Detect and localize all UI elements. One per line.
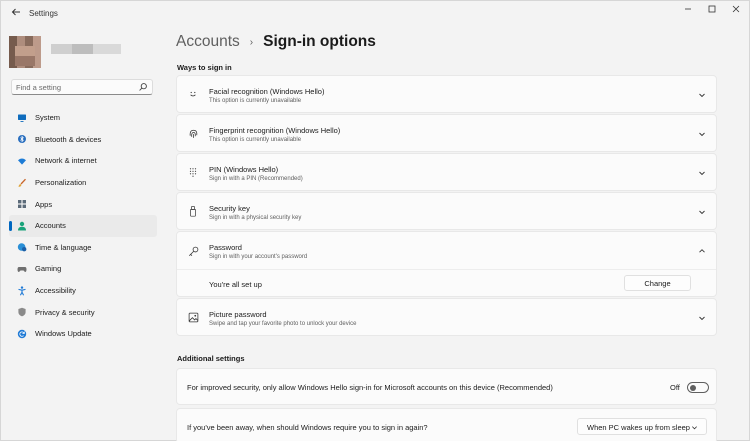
wifi-icon [17, 156, 27, 166]
breadcrumb-separator: › [249, 36, 254, 48]
chevron-down-icon[interactable] [698, 169, 706, 177]
key-icon [187, 232, 199, 270]
chevron-up-icon[interactable] [698, 247, 706, 255]
option-subtitle: Sign in with your account's password [209, 254, 308, 260]
signin-option-pin[interactable]: PIN (Windows Hello) Sign in with a PIN (… [176, 153, 717, 191]
bluetooth-icon [17, 134, 27, 144]
sidebar-item-privacy[interactable]: Privacy & security [9, 301, 157, 323]
shield-icon [17, 307, 27, 317]
app-title: Settings [29, 9, 58, 18]
image-icon [187, 299, 199, 335]
avatar[interactable] [9, 36, 41, 68]
sidebar-nav: System Bluetooth & devices Network & int… [9, 107, 157, 345]
sidebar-item-label: System [35, 113, 61, 123]
option-title: Password [209, 243, 242, 252]
monitor-icon [17, 113, 27, 123]
setting-hello-only: For improved security, only allow Window… [176, 368, 717, 405]
back-button[interactable] [9, 7, 23, 21]
signin-option-fingerprint[interactable]: Fingerprint recognition (Windows Hello) … [176, 114, 717, 152]
profile-name-redacted [51, 44, 121, 54]
sidebar-item-time-language[interactable]: Time & language [9, 237, 157, 259]
require-signin-dropdown[interactable]: When PC wakes up from sleep [577, 418, 707, 435]
sidebar-item-label: Personalization [35, 178, 87, 188]
sidebar-item-label: Accounts [35, 221, 66, 231]
section-heading-ways: Ways to sign in [177, 63, 232, 72]
chevron-down-icon[interactable] [698, 130, 706, 138]
signin-option-facial[interactable]: Facial recognition (Windows Hello) This … [176, 75, 717, 113]
dropdown-value: When PC wakes up from sleep [587, 423, 690, 432]
maximize-button[interactable] [701, 4, 723, 20]
signin-option-picture-password[interactable]: Picture password Swipe and tap your favo… [176, 298, 717, 336]
divider [177, 269, 716, 270]
sidebar-item-label: Bluetooth & devices [35, 134, 102, 144]
minimize-button[interactable] [677, 4, 699, 20]
minimize-icon [685, 8, 691, 10]
title-bar: Settings [1, 1, 749, 27]
close-button[interactable] [725, 4, 747, 20]
setting-label: For improved security, only allow Window… [187, 383, 553, 392]
usb-key-icon [187, 193, 199, 229]
smiley-face-icon [187, 76, 199, 112]
signin-option-security-key[interactable]: Security key Sign in with a physical sec… [176, 192, 717, 230]
option-subtitle: Sign in with a PIN (Recommended) [209, 176, 303, 182]
option-subtitle: Swipe and tap your favorite photo to unl… [209, 321, 357, 327]
setting-require-signin: If you've been away, when should Windows… [176, 408, 717, 441]
section-heading-additional: Additional settings [177, 354, 245, 363]
setting-label: If you've been away, when should Windows… [187, 423, 428, 432]
sidebar-item-system[interactable]: System [9, 107, 157, 129]
sidebar-item-network[interactable]: Network & internet [9, 150, 157, 172]
brush-icon [17, 178, 27, 188]
close-icon [732, 5, 740, 13]
search-box[interactable] [11, 79, 153, 95]
keypad-icon [187, 154, 199, 190]
option-title: Picture password [209, 310, 267, 319]
search-input[interactable] [16, 82, 134, 93]
refresh-icon [17, 329, 27, 339]
accessibility-icon [17, 285, 27, 296]
change-password-button[interactable]: Change [624, 275, 691, 291]
chevron-down-icon[interactable] [698, 208, 706, 216]
chevron-down-icon [692, 426, 697, 430]
breadcrumb: Accounts › Sign-in options [176, 33, 376, 51]
sidebar-item-personalization[interactable]: Personalization [9, 172, 157, 194]
gamepad-icon [17, 264, 27, 274]
option-title: Facial recognition (Windows Hello) [209, 87, 325, 96]
sidebar-item-label: Time & language [35, 242, 92, 252]
password-status: You're all set up [209, 280, 262, 289]
toggle-state: Off [670, 383, 680, 392]
arrow-left-icon [11, 8, 20, 16]
sidebar-item-windows-update[interactable]: Windows Update [9, 323, 157, 345]
hello-only-toggle[interactable] [687, 382, 709, 393]
option-title: Security key [209, 204, 250, 213]
sidebar-item-label: Apps [35, 199, 53, 209]
sidebar-item-gaming[interactable]: Gaming [9, 258, 157, 280]
option-title: Fingerprint recognition (Windows Hello) [209, 126, 341, 135]
breadcrumb-parent[interactable]: Accounts [176, 33, 240, 51]
sidebar-item-label: Windows Update [35, 329, 92, 339]
settings-window: Settings System Bluetooth & devices [0, 0, 750, 441]
option-subtitle: This option is currently unavailable [209, 98, 302, 104]
page-title: Sign-in options [263, 33, 376, 50]
option-title: PIN (Windows Hello) [209, 165, 279, 174]
sidebar-item-label: Gaming [35, 264, 62, 274]
person-icon [17, 221, 27, 231]
sidebar-item-label: Privacy & security [35, 307, 95, 317]
maximize-icon [708, 5, 716, 13]
sidebar-item-bluetooth[interactable]: Bluetooth & devices [9, 129, 157, 151]
apps-icon [17, 199, 27, 209]
search-icon[interactable] [138, 82, 148, 92]
chevron-down-icon[interactable] [698, 314, 706, 322]
globe-clock-icon [17, 242, 27, 252]
sidebar-item-label: Network & internet [35, 156, 97, 166]
signin-option-password[interactable]: Password Sign in with your account's pas… [176, 231, 717, 297]
sidebar-item-label: Accessibility [35, 286, 76, 296]
sidebar-item-accounts[interactable]: Accounts [9, 214, 157, 237]
sidebar-item-accessibility[interactable]: Accessibility [9, 280, 157, 302]
sidebar-item-apps[interactable]: Apps [9, 193, 157, 215]
option-subtitle: This option is currently unavailable [209, 137, 302, 143]
fingerprint-icon [187, 115, 199, 151]
chevron-down-icon[interactable] [698, 91, 706, 99]
option-subtitle: Sign in with a physical security key [209, 215, 302, 221]
